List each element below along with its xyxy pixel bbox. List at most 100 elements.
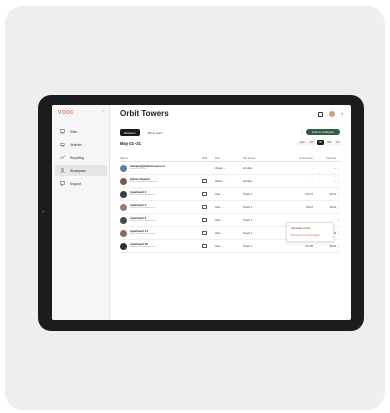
row-menu-icon[interactable]: ⋮ <box>336 193 340 196</box>
sidebar-item-label: Workspace <box>70 168 86 173</box>
avatar[interactable] <box>329 111 336 117</box>
role-select[interactable]: Viewer ⌄ <box>215 167 243 170</box>
member-name-cell: Apartment 5 apartment5@example.com <box>120 203 202 211</box>
row-menu-icon[interactable]: ⋮ <box>336 180 340 183</box>
member-name-cell: Apartment 20 apartment20@example.com <box>120 242 202 250</box>
avatar <box>120 216 127 224</box>
column-header-consumption: Consumption <box>298 157 313 160</box>
row-menu-icon[interactable]: ⋮ <box>336 219 340 222</box>
sms-icon[interactable] <box>202 231 207 235</box>
tab-billing-plans[interactable]: Billing plans <box>144 129 167 136</box>
sms-icon[interactable] <box>202 244 207 248</box>
column-header-name[interactable]: Name ▾ <box>120 157 202 160</box>
row-menu-icon[interactable]: ⋮ <box>336 245 340 248</box>
column-header-total: Total cost <box>325 157 336 160</box>
sidebar-nav: Sites Vehicles Reporting Workspace Suppo… <box>55 126 107 191</box>
site-access-cell: Tower 1 <box>243 192 253 196</box>
member-name-cell: Esther Howard esther.howard@example.com <box>120 177 202 185</box>
member-info: domain@platformusers.co admin@orbit.com <box>130 165 165 172</box>
role-select[interactable]: Admin ⌄ <box>215 180 243 183</box>
car-icon <box>59 142 65 148</box>
member-email: apartment2@example.com <box>130 194 155 196</box>
total-cost-cell: – <box>334 179 336 183</box>
table-row[interactable]: Apartment 2 apartment2@example.com User ⌄ T… <box>120 188 340 201</box>
avatar <box>120 229 127 237</box>
table-row[interactable]: Apartment 5 apartment5@example.com User ⌄ T… <box>120 201 340 214</box>
sidebar-item-sites[interactable]: Sites <box>55 126 107 137</box>
member-email: apartment5@example.com <box>130 207 155 209</box>
avatar <box>120 164 127 172</box>
member-info: Apartment 20 apartment20@example.com <box>130 243 156 250</box>
app-logo: VOOC <box>58 110 74 116</box>
member-email: apartment20@example.com <box>130 246 157 248</box>
remove-from-workspace-menu-item[interactable]: Remove from workspace <box>287 232 333 239</box>
user-icon <box>59 168 65 174</box>
tab-bar: Members Billing plans <box>120 129 167 136</box>
chat-icon <box>59 181 65 187</box>
consumption-cell: – <box>311 166 313 170</box>
range-option[interactable]: All <box>333 140 341 146</box>
avatar <box>120 177 127 185</box>
site-access-cell: Tower 3 <box>243 244 253 248</box>
sms-icon[interactable] <box>202 218 207 222</box>
row-context-menu: Generate invoice Remove from workspace <box>286 222 334 242</box>
generate-invoice-menu-item[interactable]: Generate invoice <box>287 225 333 232</box>
member-info: Apartment 14 apartment14@example.com <box>130 230 156 237</box>
row-menu-icon[interactable]: ⋮ <box>336 206 340 209</box>
member-info: Apartment 6 apartment6@example.com <box>130 217 155 224</box>
chevron-down-icon[interactable]: ▾ <box>341 112 343 116</box>
table-row[interactable]: Esther Howard esther.howard@example.com Ad… <box>120 175 340 188</box>
sidebar-item-support[interactable]: Support <box>55 178 107 189</box>
kebab-icon[interactable]: ⋮ <box>300 130 304 135</box>
member-email: apartment6@example.com <box>130 220 155 222</box>
column-header-sms: SMS <box>202 157 208 160</box>
sidebar-item-vehicles[interactable]: Vehicles <box>55 139 107 150</box>
role-select[interactable]: User ⌄ <box>215 219 243 222</box>
role-select[interactable]: User ⌄ <box>215 232 243 235</box>
site-access-cell: All sites <box>243 166 252 170</box>
role-select[interactable]: User ⌄ <box>215 193 243 196</box>
total-cost-cell: – <box>334 166 336 170</box>
date-range-label: May 01–31 <box>120 141 141 146</box>
sms-icon[interactable] <box>202 205 207 209</box>
sms-cell <box>202 205 215 209</box>
member-info: Apartment 5 apartment5@example.com <box>130 204 155 211</box>
member-email: admin@orbit.com <box>130 168 147 170</box>
tab-members[interactable]: Members <box>120 129 140 136</box>
table-row[interactable]: domain@platformusers.co admin@orbit.com Vi… <box>120 162 340 175</box>
member-name-cell: domain@platformusers.co admin@orbit.com <box>120 164 202 172</box>
sidebar-item-workspace[interactable]: Workspace <box>55 165 107 176</box>
grid-icon <box>59 129 65 135</box>
invite-button[interactable]: Invite to workspace <box>306 129 340 135</box>
range-option[interactable]: 1W <box>307 140 316 146</box>
range-option[interactable]: Last <box>297 140 307 146</box>
chevron-left-icon[interactable]: ‹ <box>102 109 104 115</box>
avatar <box>120 242 127 250</box>
chart-icon <box>59 155 65 161</box>
range-option[interactable]: 1M <box>316 140 325 146</box>
sidebar-item-label: Sites <box>70 129 78 134</box>
role-select[interactable]: User ⌄ <box>215 245 243 248</box>
site-access-cell: Tower 1 <box>243 205 253 209</box>
row-menu-icon[interactable]: ⋮ <box>336 232 340 235</box>
sidebar-item-label: Support <box>70 181 82 186</box>
consumption-cell: 271.05 <box>305 244 313 248</box>
member-email: apartment14@example.com <box>130 233 157 235</box>
sms-icon[interactable] <box>202 179 207 183</box>
site-access-cell: Tower 3 <box>243 231 253 235</box>
sidebar-item-reporting[interactable]: Reporting <box>55 152 107 163</box>
sms-cell <box>202 218 215 222</box>
sidebar: VOOC ‹ Sites Vehicles Reporting Workspac… <box>52 105 110 320</box>
range-selector: Last 1W 1M 6M All <box>297 140 341 146</box>
consumption-cell: – <box>311 179 313 183</box>
notification-icon[interactable] <box>318 111 324 117</box>
sms-cell <box>202 192 215 196</box>
row-menu-icon[interactable]: ⋮ <box>336 167 340 170</box>
range-option[interactable]: 6M <box>325 140 333 146</box>
app-screen: VOOC ‹ Sites Vehicles Reporting Workspac… <box>52 105 351 320</box>
role-select[interactable]: User ⌄ <box>215 206 243 209</box>
sidebar-item-label: Vehicles <box>70 142 82 147</box>
sms-icon[interactable] <box>202 192 207 196</box>
column-header-sites: Site access <box>243 157 256 160</box>
column-header-role: Role <box>215 157 220 160</box>
